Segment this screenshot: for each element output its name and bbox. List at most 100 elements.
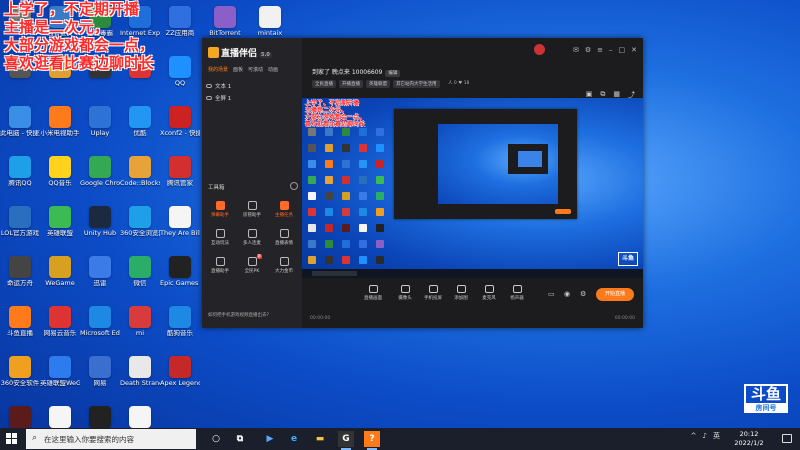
desktop-icon[interactable]: 英雄联盟 [40,206,80,238]
desktop-icon[interactable]: Unity Hub [80,206,120,238]
desktop-icon[interactable]: Epic Games Launcher [160,256,200,288]
tag[interactable]: 英雄联盟 [366,80,390,88]
desktop-icon[interactable]: Apex Legends [160,356,200,388]
desktop-icon[interactable]: Google Chrome [80,156,120,188]
tray-expand-icon[interactable]: ^ [691,432,697,440]
microphone-button[interactable]: 麦克风 [476,285,502,301]
tool-button[interactable]: 主播任务 [268,201,300,218]
desktop-icon[interactable]: 此电脑 - 快捷方式 [0,106,40,138]
desktop-icon[interactable]: 360安全浏览器 [120,206,160,238]
tool-button[interactable]: 直播表情 [268,229,300,246]
avatar[interactable] [534,44,545,55]
desktop-icon[interactable]: 斗鱼直播 [0,306,40,338]
desktop-icon[interactable]: Microsoft Edge [80,306,120,338]
eye-icon[interactable] [206,84,212,88]
task-view-icon[interactable]: ○ [208,431,224,447]
desktop-icon[interactable]: QQ [160,56,200,88]
menu-icon[interactable]: ≡ [597,46,603,54]
desktop-icon[interactable]: QQ音乐 [40,156,80,188]
speaker-button[interactable]: 扬声器 [504,285,530,301]
tab-panel[interactable]: 面板 [233,66,243,73]
app-icon [169,306,191,328]
desktop-icon[interactable]: 网易云音乐 [40,306,80,338]
collapse-icon[interactable] [290,182,298,190]
desktop-icon[interactable]: 腾讯QQ [0,156,40,188]
preview-icon [342,208,350,216]
desktop-icon[interactable]: 英雄联盟WeGame版 [40,356,80,388]
control-label: 麦克风 [482,296,496,301]
notification-icon[interactable] [782,434,792,443]
tag[interactable]: 其它站内大学生活用 [393,80,440,88]
app-icon [49,156,71,178]
taskbar-search-input[interactable]: ⌕ 在这里输入你要搜索的内容 [26,429,196,449]
minimize-icon[interactable]: – [609,46,613,54]
tag[interactable]: 开播直播 [339,80,363,88]
close-icon[interactable]: ✕ [631,46,637,54]
app-icon[interactable]: ⧉ [232,431,248,447]
desktop-icon[interactable]: BitTorrent [205,6,245,38]
tool-icon [215,257,225,266]
tool-button[interactable]: 全民PK 新 [236,254,268,274]
camera-button[interactable]: 摄像头 [392,285,418,301]
volume-icon[interactable]: ♪ [703,432,707,440]
record-icon[interactable]: ▭ [548,290,555,298]
tool-button[interactable]: 互动玩法 [204,229,236,246]
desktop-icon[interactable]: 微信 [120,256,160,288]
desktop-icon[interactable]: 酷狗音乐 [160,306,200,338]
ime-indicator[interactable]: 英 [713,431,720,441]
tool-button[interactable]: 大力金币 [268,257,300,274]
desktop-icon[interactable]: 网易 [80,356,120,388]
mail-icon[interactable]: ✉ [573,46,579,54]
desktop-icon-label: 斗鱼直播 [7,330,33,337]
desktop-icon[interactable]: Xconf2 - 快捷方式 [160,106,200,138]
eye-icon[interactable]: ◉ [564,290,570,298]
desktop-icon[interactable]: 迅雷 [80,256,120,288]
desktop-icon[interactable]: 小米电视助手 [40,106,80,138]
tab-my-scenes[interactable]: 我的场景 [208,66,228,73]
desktop-icon[interactable]: They Are Billions [160,206,200,238]
tab-scroll[interactable]: 可滚动 [248,66,263,73]
live-timer: 00:00:00 [614,316,635,321]
help-notice[interactable]: 如何把手机游戏视频直播出去? [208,312,269,318]
desktop-icon[interactable]: Uplay [80,106,120,138]
system-tray: ^ ♪ 英 [691,431,720,441]
desktop-icon[interactable]: 腾讯管家 [160,156,200,188]
desktop-icon[interactable]: Death Stranding [120,356,160,388]
live-screen-button[interactable]: 直播画面 [360,285,386,301]
tool-button[interactable]: 多人连麦 [236,229,268,246]
settings-icon[interactable]: ⚙ [580,290,586,298]
app-icon[interactable]: ? [364,431,380,450]
tool-button[interactable]: 房管助手 [236,201,268,218]
tab-animation[interactable]: 动画 [268,66,278,73]
phone-cast-button[interactable]: 手机投屏 [420,285,446,301]
desktop-icon[interactable]: 360安全软件 [0,356,40,388]
edge-icon[interactable]: e [286,431,302,447]
control-label: 直播画面 [364,296,382,301]
clock[interactable]: 20:12 2022/1/2 [728,430,770,448]
folder-icon[interactable]: ▬ [312,431,328,447]
tool-button[interactable]: 弹幕助手 [204,201,236,218]
desktop-icon[interactable]: mi [120,306,160,338]
tag[interactable]: 全民直播 [312,80,336,88]
desktop-icon[interactable]: ZZ应用商 [160,6,200,38]
maximize-icon[interactable]: □ [619,46,626,54]
start-live-button[interactable]: 开始直播 [596,288,634,301]
edit-button[interactable]: 编辑 [385,70,401,77]
desktop-icon[interactable]: mintaix [250,6,290,38]
scene-item[interactable]: 文本 1 [206,82,231,90]
add-image-button[interactable]: 添加图 [448,285,474,301]
settings-icon[interactable]: ⚙ [585,46,591,54]
desktop-icon[interactable]: LOL官方游戏 [0,206,40,238]
tool-button[interactable]: 直播助手 [204,257,236,274]
desktop-icon[interactable]: 优酷 [120,106,160,138]
app-icon[interactable]: ▶ [262,431,278,447]
eye-icon[interactable] [206,96,212,100]
desktop-icon[interactable]: 命运方舟 [0,256,40,288]
desktop-icon[interactable]: WeGame [40,256,80,288]
streaming-app-icon[interactable]: G [338,431,354,450]
scene-item[interactable]: 全屏 1 [206,94,231,102]
windows-start-icon[interactable] [6,433,18,445]
desktop-icon[interactable]: Code::Blocks [120,156,160,188]
app-control-bar: 直播画面 摄像头 手机投屏 添加图 麦克风 扬声器 ▭ ◉ ⚙ 开始直播 00:… [302,278,643,328]
desktop-icon-label: QQ [174,80,186,87]
